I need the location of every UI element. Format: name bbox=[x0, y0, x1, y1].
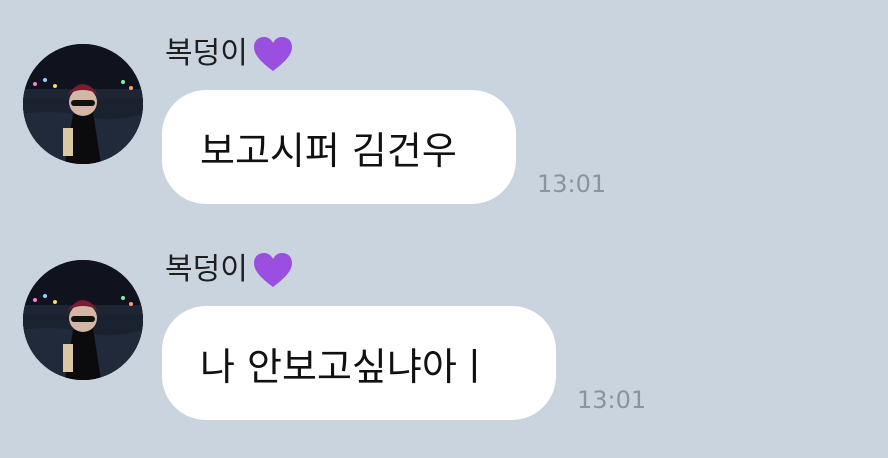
sender-name-text: 복덩이 bbox=[165, 36, 248, 71]
chat-message: 복덩이 나 안보고싶냐아ㅣ 13:01 bbox=[0, 244, 888, 444]
purple-heart-icon bbox=[253, 37, 292, 71]
message-bubble[interactable]: 보고시퍼 김건우 bbox=[162, 90, 516, 204]
message-timestamp: 13:01 bbox=[577, 386, 647, 414]
avatar-photo-icon bbox=[23, 260, 143, 380]
message-text: 보고시퍼 김건우 bbox=[200, 128, 457, 173]
message-text: 나 안보고싶냐아ㅣ bbox=[200, 344, 492, 389]
avatar[interactable] bbox=[23, 44, 143, 164]
sender-name-text: 복덩이 bbox=[165, 252, 248, 287]
avatar-photo-icon bbox=[23, 44, 143, 164]
message-timestamp: 13:01 bbox=[537, 170, 607, 198]
avatar[interactable] bbox=[23, 260, 143, 380]
sender-name: 복덩이 bbox=[165, 248, 294, 292]
sender-name: 복덩이 bbox=[165, 32, 294, 76]
purple-heart-icon bbox=[253, 253, 292, 287]
message-bubble[interactable]: 나 안보고싶냐아ㅣ bbox=[162, 306, 556, 420]
chat-message: 복덩이 보고시퍼 김건우 13:01 bbox=[0, 28, 888, 228]
